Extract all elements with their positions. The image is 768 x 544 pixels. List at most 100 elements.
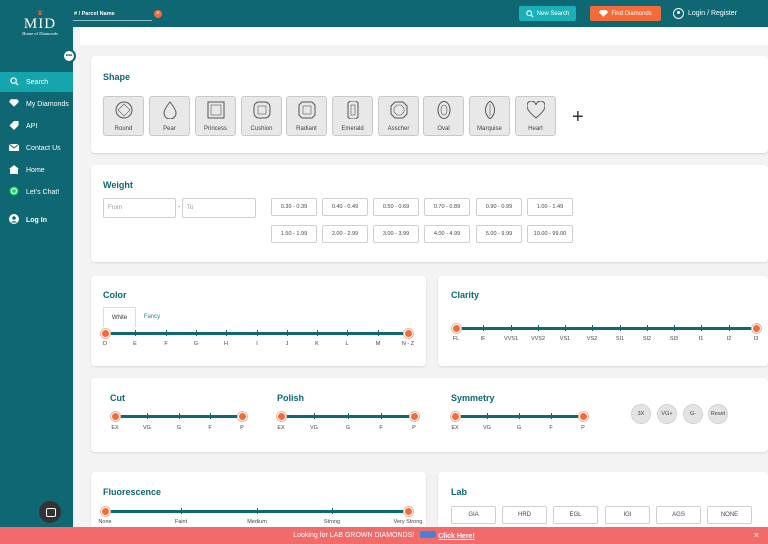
banner-close-icon[interactable]: ×: [754, 530, 759, 540]
fluorescence-grade-label[interactable]: Medium: [242, 519, 272, 525]
lab-egl-chip[interactable]: EGL: [553, 506, 598, 524]
polish-grade-label[interactable]: VG: [299, 425, 329, 431]
weight-range-chip[interactable]: 2.00 - 2.99: [322, 225, 368, 243]
clear-search-icon[interactable]: ×: [154, 10, 162, 18]
login-register-link[interactable]: Login / Register: [673, 6, 737, 21]
clarity-slider-track[interactable]: [456, 327, 756, 330]
weight-from-input[interactable]: From: [103, 198, 176, 218]
polish-grade-label[interactable]: P: [399, 425, 429, 431]
weight-range-chip[interactable]: 10.00 - 99.00: [527, 225, 573, 243]
clarity-slider-min-handle[interactable]: [451, 323, 461, 333]
weight-range-chip[interactable]: 4.00 - 4.99: [424, 225, 470, 243]
polish-slider-min-handle[interactable]: [276, 411, 286, 421]
parcel-search-input[interactable]: # / Parcel Name: [72, 8, 152, 21]
cut-grade-label[interactable]: VG: [132, 425, 162, 431]
quick-3x-button[interactable]: 3X: [631, 404, 651, 424]
fluorescence-grade-label[interactable]: Strong: [317, 519, 347, 525]
weight-range-chip[interactable]: 0.50 - 0.69: [373, 198, 419, 216]
lab-ags-chip[interactable]: AGS: [656, 506, 701, 524]
chat-widget-button[interactable]: [39, 501, 61, 523]
brand-logo[interactable]: ♛ MID Home of Diamonds: [18, 10, 62, 37]
color-grade-label[interactable]: L: [332, 341, 362, 347]
sidebar-item-my-diamonds[interactable]: My Diamonds: [0, 94, 73, 114]
color-grade-label[interactable]: J: [272, 341, 302, 347]
clarity-slider-max-handle[interactable]: [751, 323, 761, 333]
fluorescence-slider-max-handle[interactable]: [403, 506, 413, 516]
lab-none-chip[interactable]: NONE: [707, 506, 752, 524]
weight-range-chip[interactable]: 1.50 - 1.99: [271, 225, 317, 243]
clarity-grade-label[interactable]: VS1: [550, 336, 580, 342]
symmetry-grade-label[interactable]: EX: [440, 425, 470, 431]
symmetry-grade-label[interactable]: VG: [472, 425, 502, 431]
lab-gia-chip[interactable]: GIA: [451, 506, 496, 524]
lab-hrd-chip[interactable]: HRD: [502, 506, 547, 524]
color-grade-label[interactable]: E: [120, 341, 150, 347]
symmetry-grade-label[interactable]: F: [536, 425, 566, 431]
weight-range-chip[interactable]: 0.70 - 0.89: [424, 198, 470, 216]
more-shapes-button[interactable]: +: [572, 107, 584, 127]
symmetry-grade-label[interactable]: G: [504, 425, 534, 431]
weight-to-input[interactable]: To: [182, 198, 256, 218]
sidebar-item-contact-us[interactable]: Contact Us: [0, 138, 73, 158]
symmetry-slider-max-handle[interactable]: [578, 411, 588, 421]
color-grade-label[interactable]: F: [151, 341, 181, 347]
clarity-grade-label[interactable]: I3: [741, 336, 768, 342]
symmetry-grade-label[interactable]: P: [568, 425, 598, 431]
shape-round-button[interactable]: Round: [103, 96, 144, 136]
clarity-grade-label[interactable]: SI2: [632, 336, 662, 342]
clarity-grade-label[interactable]: VVS1: [496, 336, 526, 342]
sidebar-item-log-in[interactable]: Log In: [0, 210, 73, 230]
color-grade-label[interactable]: M: [363, 341, 393, 347]
sidebar-item-search[interactable]: Search: [0, 72, 73, 92]
weight-range-chip[interactable]: 3.00 - 3.99: [373, 225, 419, 243]
cut-grade-label[interactable]: G: [164, 425, 194, 431]
find-diamonds-button[interactable]: Find Diamonds: [590, 6, 661, 21]
fluorescence-grade-label[interactable]: None: [90, 519, 120, 525]
tab-white[interactable]: White: [103, 307, 136, 327]
clarity-grade-label[interactable]: I2: [714, 336, 744, 342]
polish-grade-label[interactable]: F: [366, 425, 396, 431]
fluorescence-grade-label[interactable]: Very Strong: [393, 519, 423, 525]
cut-grade-label[interactable]: F: [195, 425, 225, 431]
weight-range-chip[interactable]: 0.30 - 0.39: [271, 198, 317, 216]
weight-range-chip[interactable]: 1.00 - 1.49: [527, 198, 573, 216]
clarity-grade-label[interactable]: SI1: [605, 336, 635, 342]
shape-pear-button[interactable]: Pear: [149, 96, 190, 136]
clarity-grade-label[interactable]: I1: [686, 336, 716, 342]
clarity-grade-label[interactable]: IF: [468, 336, 498, 342]
shape-marquise-button[interactable]: Marquise: [469, 96, 510, 136]
fluorescence-grade-label[interactable]: Faint: [166, 519, 196, 525]
clarity-grade-label[interactable]: FL: [441, 336, 471, 342]
shape-oval-button[interactable]: Oval: [423, 96, 464, 136]
clarity-grade-label[interactable]: VS2: [577, 336, 607, 342]
quick-g-minus-button[interactable]: G-: [683, 404, 703, 424]
color-grade-label[interactable]: G: [181, 341, 211, 347]
color-grade-label[interactable]: K: [302, 341, 332, 347]
shape-princess-button[interactable]: Princess: [195, 96, 236, 136]
cut-grade-label[interactable]: P: [227, 425, 257, 431]
shape-emerald-button[interactable]: Emerald: [332, 96, 373, 136]
polish-grade-label[interactable]: EX: [266, 425, 296, 431]
shape-cushion-button[interactable]: Cushion: [241, 96, 282, 136]
lab-igi-chip[interactable]: IGI: [605, 506, 650, 524]
reset-button[interactable]: Reset: [708, 404, 728, 424]
shape-heart-button[interactable]: Heart: [515, 96, 556, 136]
tab-fancy[interactable]: Fancy: [136, 307, 168, 327]
weight-range-chip[interactable]: 5.00 - 9.99: [476, 225, 522, 243]
polish-grade-label[interactable]: G: [333, 425, 363, 431]
quick-vg-plus-button[interactable]: VG+: [657, 404, 677, 424]
weight-range-chip[interactable]: 0.40 - 0.49: [322, 198, 368, 216]
color-grade-label[interactable]: D: [90, 341, 120, 347]
cut-slider-min-handle[interactable]: [110, 411, 120, 421]
symmetry-slider-min-handle[interactable]: [450, 411, 460, 421]
shape-radiant-button[interactable]: Radiant: [286, 96, 327, 136]
fluorescence-slider-min-handle[interactable]: [100, 506, 110, 516]
polish-slider-max-handle[interactable]: [409, 411, 419, 421]
sidebar-item-api[interactable]: API: [0, 116, 73, 136]
sidebar-collapse-button[interactable]: •••: [62, 49, 76, 63]
weight-range-chip[interactable]: 0.90 - 0.99: [476, 198, 522, 216]
sidebar-item-lets-chat[interactable]: Let's Chat!: [0, 182, 73, 202]
color-slider-min-handle[interactable]: [100, 328, 110, 338]
color-grade-label[interactable]: I: [242, 341, 272, 347]
clarity-grade-label[interactable]: SI3: [659, 336, 689, 342]
